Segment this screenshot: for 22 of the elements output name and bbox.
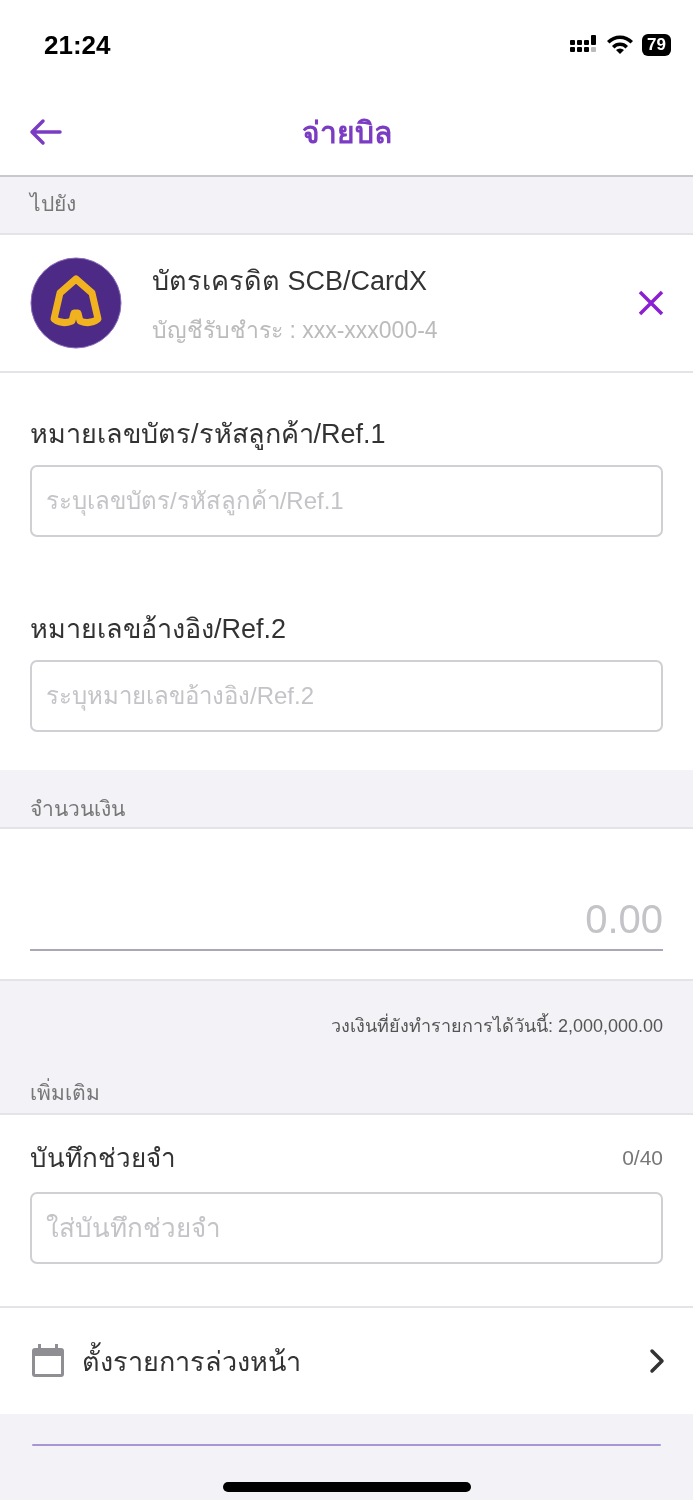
field-label: หมายเลขอ้างอิง/Ref.2 <box>30 613 288 646</box>
wifi-icon <box>606 35 635 55</box>
battery-level: 79 <box>642 34 671 56</box>
section-header: จำนวนเงิน <box>30 797 125 820</box>
field-label: หมายเลขบัตร/รหัสลูกค้า/Ref.1 <box>30 418 387 451</box>
memo-field[interactable]: ใส่บันทึกช่วยจำ <box>30 1192 663 1264</box>
signal-icon <box>570 35 599 55</box>
bank-logo-icon <box>30 257 122 349</box>
input-field[interactable]: ระบุหมายเลขอ้างอิง/Ref.2 <box>30 660 663 732</box>
status-time: 21:24 <box>44 29 111 61</box>
input-field[interactable]: ระบุเลขบัตร/รหัสลูกค้า/Ref.1 <box>30 465 663 537</box>
amount-field[interactable]: 0.00 <box>0 829 693 981</box>
field-label: บันทึกช่วยจำ <box>30 1142 176 1175</box>
account-number: บัญชีรับชำระ : xxx-xxx000-4 <box>152 315 439 345</box>
character-counter: 0/40 <box>622 1145 663 1170</box>
calendar-icon <box>30 1343 66 1379</box>
screen-title: จ่ายบิล <box>301 115 392 151</box>
back-arrow-icon[interactable] <box>28 118 62 146</box>
section-header: ไปยัง <box>30 192 76 215</box>
chevron-right-icon[interactable] <box>649 1348 665 1374</box>
biller-name: บัตรเครดิต SCB/CardX <box>152 264 429 298</box>
close-icon[interactable] <box>637 289 665 317</box>
